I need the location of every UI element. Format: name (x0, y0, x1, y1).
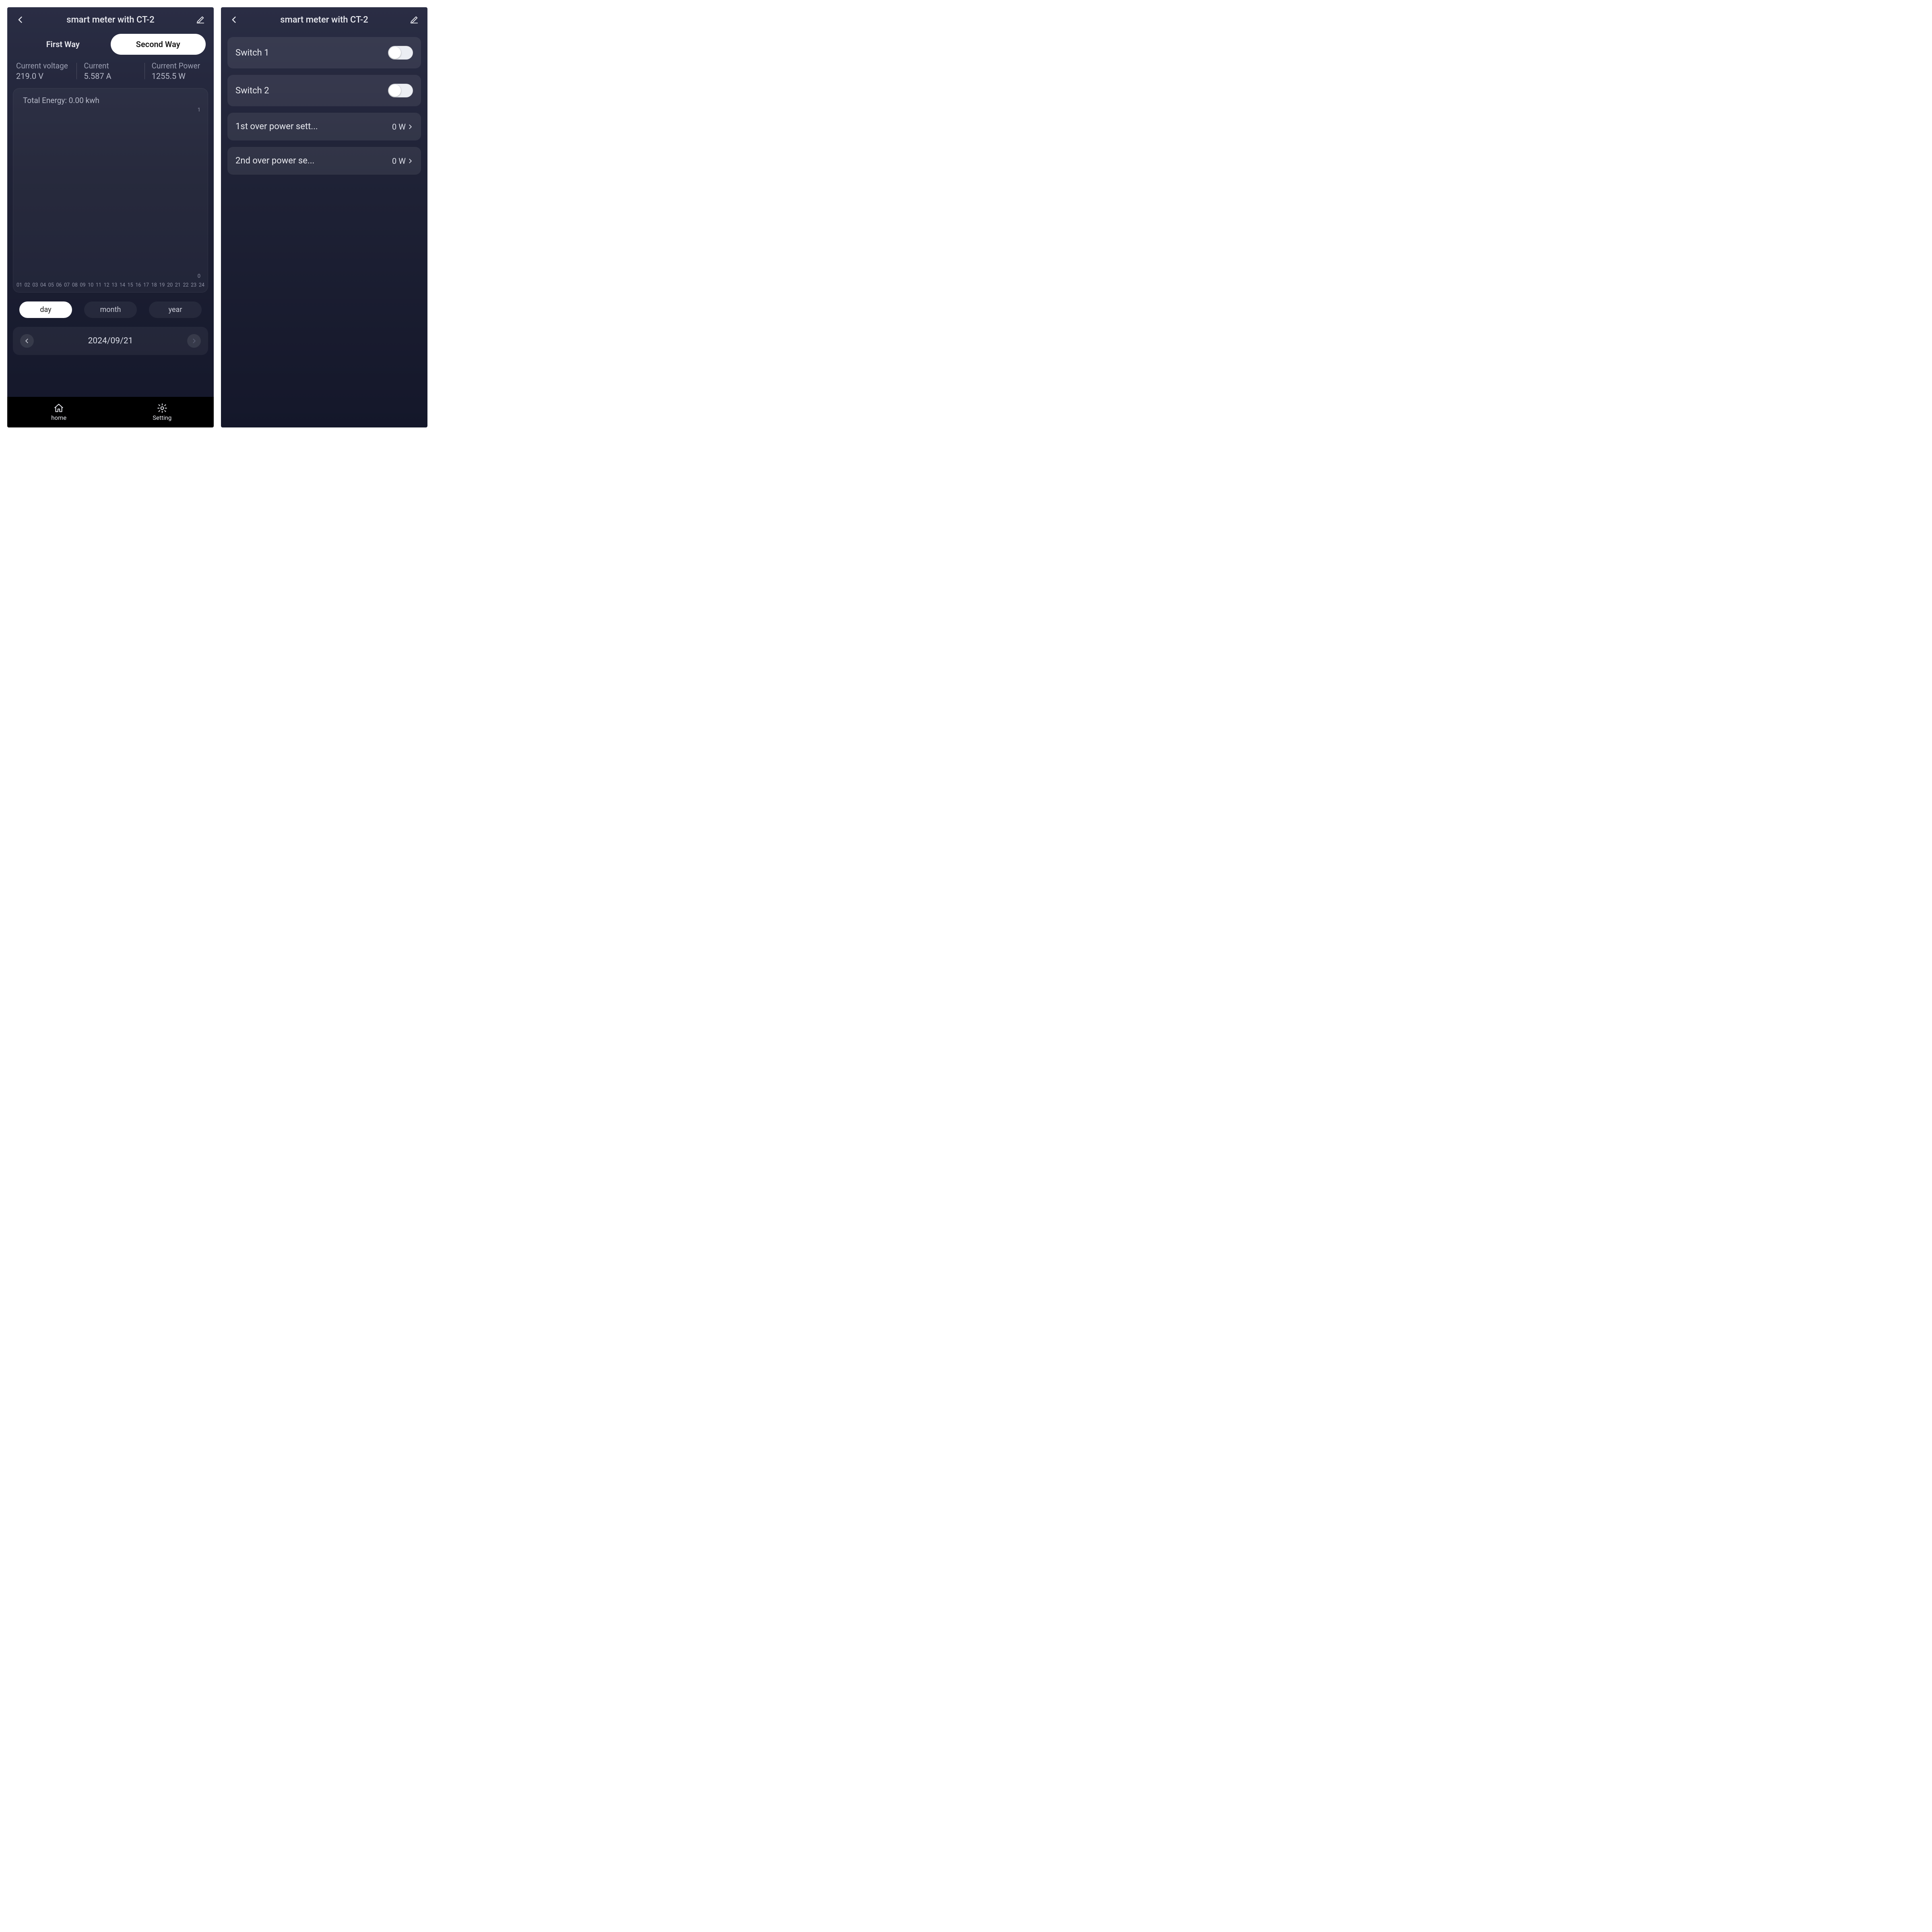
toggle-switch-1[interactable] (388, 46, 413, 60)
chart-area: 1 0 (19, 109, 202, 279)
chart-xtick: 05 (48, 282, 54, 288)
row-switch-2[interactable]: Switch 2 (227, 75, 421, 106)
row-over-power-2-value: 0 W (392, 156, 413, 166)
chart-xtick: 14 (120, 282, 125, 288)
chart-xtick: 16 (135, 282, 141, 288)
row-over-power-2-label: 2nd over power se... (235, 156, 314, 166)
chart-xtick: 18 (151, 282, 157, 288)
back-button[interactable] (14, 14, 27, 26)
period-year[interactable]: year (149, 301, 202, 318)
row-over-power-1-value: 0 W (392, 122, 413, 132)
chevron-right-icon (407, 124, 413, 130)
chevron-left-icon (230, 16, 238, 24)
metrics-row: Current voltage 219.0 V Current 5.587 A … (7, 61, 214, 88)
chevron-left-icon (17, 16, 25, 24)
chart-xtick: 04 (40, 282, 46, 288)
date-label: 2024/09/21 (88, 336, 133, 346)
chart-xtick: 10 (88, 282, 93, 288)
chart-xticks: 0102030405060708091011121314151617181920… (17, 282, 204, 288)
metric-current: Current 5.587 A (76, 61, 144, 81)
metric-current-label: Current (84, 61, 137, 70)
screen-settings: smart meter with CT-2 Switch 1 Switch 2 … (221, 7, 427, 427)
header: smart meter with CT-2 (7, 7, 214, 31)
pencil-icon (410, 15, 419, 24)
way-tabs: First Way Second Way (15, 34, 206, 55)
chart-xtick: 11 (96, 282, 101, 288)
gear-icon (157, 403, 167, 413)
chart-xtick: 20 (167, 282, 173, 288)
pencil-icon (196, 15, 205, 24)
chart-xtick: 22 (183, 282, 188, 288)
screen-energy: smart meter with CT-2 First Way Second W… (7, 7, 214, 427)
row-over-power-1-label: 1st over power sett... (235, 122, 318, 132)
value-text: 0 W (392, 156, 406, 166)
metric-voltage: Current voltage 219.0 V (9, 61, 76, 81)
settings-list: Switch 1 Switch 2 1st over power sett...… (221, 31, 427, 175)
period-day[interactable]: day (19, 301, 72, 318)
back-button[interactable] (228, 14, 240, 26)
metric-voltage-value: 219.0 V (16, 71, 69, 81)
bottom-nav: home Setting (7, 397, 214, 427)
date-prev-button[interactable] (20, 334, 34, 348)
metric-power-label: Current Power (152, 61, 205, 70)
metric-power: Current Power 1255.5 W (144, 61, 212, 81)
chart-xtick: 12 (104, 282, 109, 288)
row-switch-2-label: Switch 2 (235, 86, 269, 96)
tab-first-way[interactable]: First Way (15, 34, 111, 55)
energy-chart: Total Energy: 0.00 kwh 1 0 0102030405060… (13, 88, 208, 293)
nav-home-label: home (51, 414, 66, 421)
toggle-knob (389, 47, 401, 59)
chevron-right-icon (407, 158, 413, 164)
row-over-power-1[interactable]: 1st over power sett... 0 W (227, 113, 421, 140)
row-switch-1[interactable]: Switch 1 (227, 37, 421, 68)
chart-xtick: 09 (80, 282, 86, 288)
value-text: 0 W (392, 122, 406, 132)
nav-setting[interactable]: Setting (111, 397, 214, 427)
chevron-right-icon (191, 338, 197, 344)
date-selector: 2024/09/21 (13, 327, 208, 355)
chart-xtick: 23 (191, 282, 196, 288)
chart-xtick: 21 (175, 282, 181, 288)
row-switch-1-label: Switch 1 (235, 48, 269, 58)
chart-xtick: 01 (17, 282, 22, 288)
chart-xtick: 13 (111, 282, 117, 288)
chart-ytick-min: 0 (198, 273, 200, 279)
chart-xtick: 07 (64, 282, 70, 288)
chart-xtick: 03 (32, 282, 38, 288)
metric-power-value: 1255.5 W (152, 71, 205, 81)
chart-title: Total Energy: 0.00 kwh (23, 96, 202, 105)
chart-xtick: 17 (143, 282, 149, 288)
metric-voltage-label: Current voltage (16, 61, 69, 70)
edit-button[interactable] (194, 14, 206, 26)
row-over-power-2[interactable]: 2nd over power se... 0 W (227, 147, 421, 175)
period-month[interactable]: month (84, 301, 137, 318)
chart-xtick: 08 (72, 282, 78, 288)
chart-xtick: 24 (199, 282, 204, 288)
chart-xtick: 19 (159, 282, 165, 288)
nav-setting-label: Setting (153, 414, 171, 421)
chevron-left-icon (24, 338, 30, 344)
chart-ytick-max: 1 (198, 107, 200, 113)
metric-current-value: 5.587 A (84, 71, 137, 81)
toggle-switch-2[interactable] (388, 84, 413, 97)
page-title: smart meter with CT-2 (240, 15, 408, 25)
page-title: smart meter with CT-2 (27, 15, 194, 25)
date-next-button[interactable] (187, 334, 201, 348)
chart-xtick: 15 (128, 282, 133, 288)
home-icon (54, 403, 64, 413)
period-tabs: day month year (19, 301, 202, 318)
chart-xtick: 02 (25, 282, 30, 288)
toggle-knob (389, 85, 401, 97)
edit-button[interactable] (408, 14, 420, 26)
chart-xtick: 06 (56, 282, 62, 288)
nav-home[interactable]: home (7, 397, 111, 427)
header: smart meter with CT-2 (221, 7, 427, 31)
tab-second-way[interactable]: Second Way (111, 34, 206, 55)
